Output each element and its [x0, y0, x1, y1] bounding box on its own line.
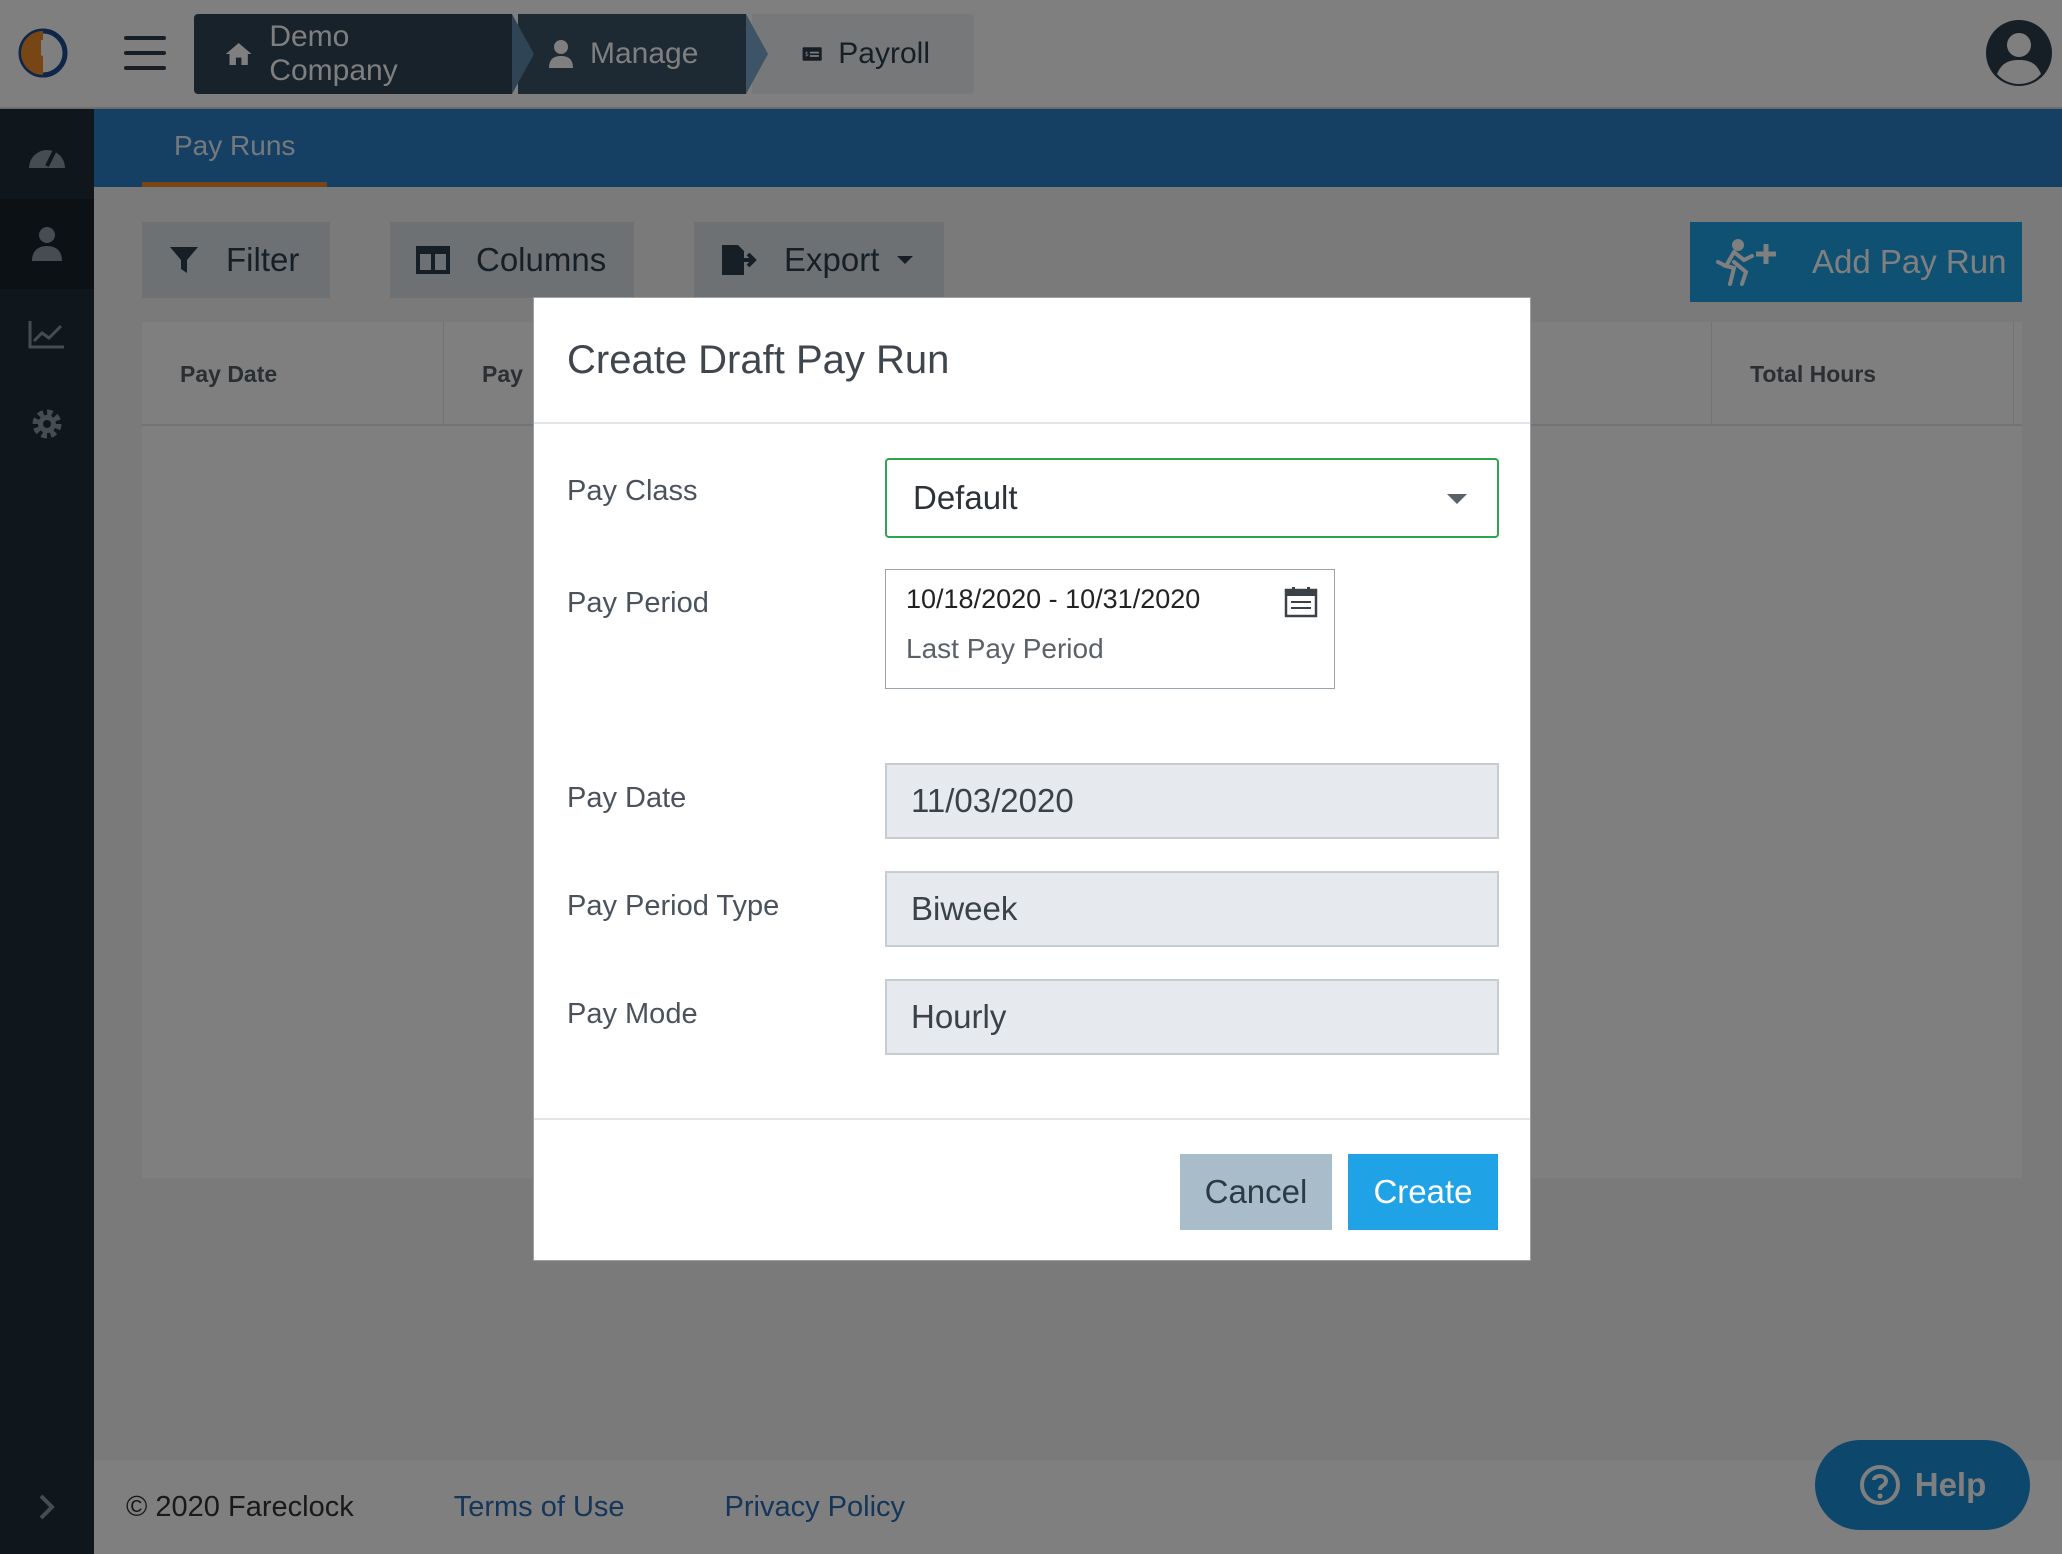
calendar-icon — [1284, 587, 1318, 618]
pay-class-value: Default — [913, 479, 1018, 516]
create-draft-pay-run-dialog: Create Draft Pay Run Pay Class Default P… — [533, 297, 1531, 1261]
pay-mode-label: Pay Mode — [567, 998, 698, 1030]
pay-class-select[interactable]: Default — [885, 458, 1499, 538]
caret-down-icon — [1447, 494, 1467, 504]
pay-period-type-label: Pay Period Type — [567, 890, 780, 922]
dialog-title: Create Draft Pay Run — [534, 298, 1530, 424]
pay-date-field: 11/03/2020 — [885, 763, 1499, 839]
pay-class-label: Pay Class — [567, 475, 698, 507]
pay-period-type-field: Biweek — [885, 871, 1499, 947]
pay-period-range: 10/18/2020 - 10/31/2020 — [906, 584, 1201, 614]
cancel-button[interactable]: Cancel — [1180, 1154, 1332, 1230]
pay-period-preset: Last Pay Period — [906, 633, 1104, 664]
pay-period-picker[interactable]: 10/18/2020 - 10/31/2020 Last Pay Period — [885, 569, 1335, 689]
pay-period-label: Pay Period — [567, 587, 709, 619]
pay-mode-field: Hourly — [885, 979, 1499, 1055]
dialog-footer: Cancel Create — [534, 1118, 1530, 1261]
create-button[interactable]: Create — [1348, 1154, 1498, 1230]
pay-date-label: Pay Date — [567, 782, 687, 814]
